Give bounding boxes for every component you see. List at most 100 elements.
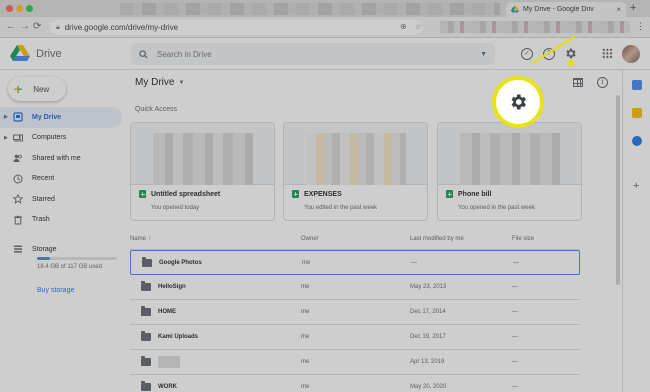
sidebar-item-computers[interactable]: ▶ Computers xyxy=(0,128,125,149)
sidebar-item-label: My Drive xyxy=(32,113,62,121)
quick-access-heading: Quick Access xyxy=(135,106,178,113)
file-list-header: Name ↑ Owner Last modified by me File si… xyxy=(130,236,580,250)
buy-storage-link[interactable]: Buy storage xyxy=(37,287,74,294)
card-title: EXPENSES xyxy=(292,190,342,198)
file-name: HOME xyxy=(158,309,176,315)
add-addon-icon[interactable]: + xyxy=(633,180,639,192)
folder-icon xyxy=(141,331,151,341)
quick-access-card[interactable]: Untitled spreadsheet You opened today xyxy=(130,122,275,221)
thumbnail-preview xyxy=(153,133,253,185)
sidebar-item-my-drive[interactable]: ▶ My Drive xyxy=(0,107,122,128)
sidebar-item-label: Trash xyxy=(32,216,50,224)
maximize-window-button[interactable] xyxy=(26,5,33,12)
quick-access-card[interactable]: EXPENSES You edited in the past week xyxy=(283,122,428,221)
search-options-icon[interactable]: ▼ xyxy=(480,51,487,58)
drive-header: Drive ▼ ✓ ? xyxy=(0,38,650,70)
expand-arrow-icon[interactable]: ▶ xyxy=(4,135,8,141)
card-subtitle: You opened in the past week xyxy=(458,205,535,211)
file-name: HelloSign xyxy=(158,284,186,290)
table-row[interactable]: HOME me Dec 17, 2014 — xyxy=(130,300,580,325)
folder-icon xyxy=(141,306,151,316)
quick-access-card[interactable]: Phone bill You opened in the past week xyxy=(437,122,582,221)
page-title: My Drive xyxy=(135,77,175,88)
file-modified: Dec 19, 2017 xyxy=(410,334,446,340)
card-file-name: EXPENSES xyxy=(304,190,342,198)
file-thumbnail xyxy=(438,123,581,185)
search-box[interactable]: ▼ xyxy=(131,43,495,65)
sidebar-item-trash[interactable]: Trash xyxy=(0,210,125,231)
sidebar-item-shared[interactable]: Shared with me xyxy=(0,148,125,169)
calendar-icon[interactable] xyxy=(632,80,642,90)
google-apps-icon[interactable] xyxy=(602,48,613,59)
grid-view-icon[interactable] xyxy=(573,78,583,87)
back-icon[interactable]: ← xyxy=(6,21,16,32)
keep-icon[interactable] xyxy=(632,108,642,118)
sheets-icon xyxy=(139,190,146,198)
computers-icon xyxy=(13,134,23,142)
sidebar-item-storage[interactable]: Storage xyxy=(0,242,125,256)
shared-icon xyxy=(13,154,22,163)
thumbnail-preview xyxy=(460,133,560,185)
scrollbar[interactable] xyxy=(616,95,620,285)
my-drive-menu[interactable]: My Drive ▼ xyxy=(135,77,184,88)
drive-logo-icon[interactable] xyxy=(10,45,30,62)
column-last-modified[interactable]: Last modified by me xyxy=(410,236,464,242)
table-row[interactable]: WORK me May 20, 2020 — xyxy=(130,375,580,392)
settings-highlight[interactable] xyxy=(492,76,544,128)
column-name[interactable]: Name ↑ xyxy=(130,236,151,242)
close-window-button[interactable] xyxy=(6,5,13,12)
minimize-window-button[interactable] xyxy=(16,5,23,12)
callout-dot xyxy=(568,60,574,66)
file-owner: me xyxy=(302,260,311,266)
active-browser-tab[interactable]: My Drive - Google Driv × xyxy=(506,2,626,17)
browser-menu-icon[interactable]: ⋮ xyxy=(636,21,645,32)
new-button-label: New xyxy=(33,84,50,94)
account-avatar[interactable] xyxy=(622,45,640,63)
file-owner: me xyxy=(301,309,310,315)
sidebar-item-label: Shared with me xyxy=(32,154,81,162)
file-size: — xyxy=(512,359,518,365)
bookmark-star-icon[interactable]: ☆ xyxy=(415,22,422,31)
sort-arrow-icon[interactable]: ↑ xyxy=(148,236,151,242)
new-tab-button[interactable]: + xyxy=(630,2,636,14)
tab-title: My Drive - Google Driv xyxy=(523,6,594,13)
table-row[interactable]: HelloSign me May 23, 2013 — xyxy=(130,275,580,300)
sidebar-item-starred[interactable]: Starred xyxy=(0,189,125,210)
sidebar-item-label: Computers xyxy=(32,134,67,142)
column-owner[interactable]: Owner xyxy=(301,236,319,242)
file-size: — xyxy=(512,284,518,290)
expand-arrow-icon[interactable]: ▶ xyxy=(4,114,8,120)
table-row[interactable]: Kami Uploads me Dec 19, 2017 — xyxy=(130,325,580,350)
column-file-size[interactable]: File size xyxy=(512,236,534,242)
info-icon[interactable]: i xyxy=(597,77,608,88)
new-button[interactable]: + New xyxy=(8,77,66,101)
sidebar-item-recent[interactable]: Recent xyxy=(0,169,125,190)
file-owner: me xyxy=(301,384,310,390)
table-row[interactable]: Google Photos me — — xyxy=(130,250,580,275)
reload-icon[interactable]: ⟳ xyxy=(33,21,41,32)
folder-icon xyxy=(141,356,151,366)
file-size: — xyxy=(512,384,518,390)
sidebar-item-label: Starred xyxy=(32,195,55,203)
url-field[interactable]: 🔒︎ drive.google.com/drive/my-drive xyxy=(50,20,422,35)
settings-gear-icon[interactable] xyxy=(564,47,577,60)
thumbnail-preview xyxy=(306,133,406,185)
search-input[interactable] xyxy=(157,49,472,59)
url-text: drive.google.com/drive/my-drive xyxy=(64,23,179,32)
close-tab-icon[interactable]: × xyxy=(616,5,621,14)
file-thumbnail xyxy=(284,123,427,185)
file-owner: me xyxy=(301,284,310,290)
column-name-label: Name xyxy=(130,236,147,242)
offline-ready-icon[interactable]: ✓ xyxy=(521,48,533,60)
folder-icon xyxy=(142,257,152,267)
trash-icon xyxy=(14,215,22,225)
browser-tab-strip: My Drive - Google Driv × + xyxy=(0,0,650,17)
address-bar-row: ← → ⟳ 🔒︎ drive.google.com/drive/my-drive… xyxy=(0,17,650,38)
storage-progress-fill xyxy=(37,257,50,260)
tasks-icon[interactable] xyxy=(632,136,642,146)
table-row[interactable]: me Apr 13, 2019 — xyxy=(130,350,580,375)
forward-icon[interactable]: → xyxy=(20,21,30,32)
add-icon[interactable]: ⊕ xyxy=(400,22,407,31)
card-file-name: Phone bill xyxy=(458,190,492,198)
side-panel: + xyxy=(622,70,650,392)
